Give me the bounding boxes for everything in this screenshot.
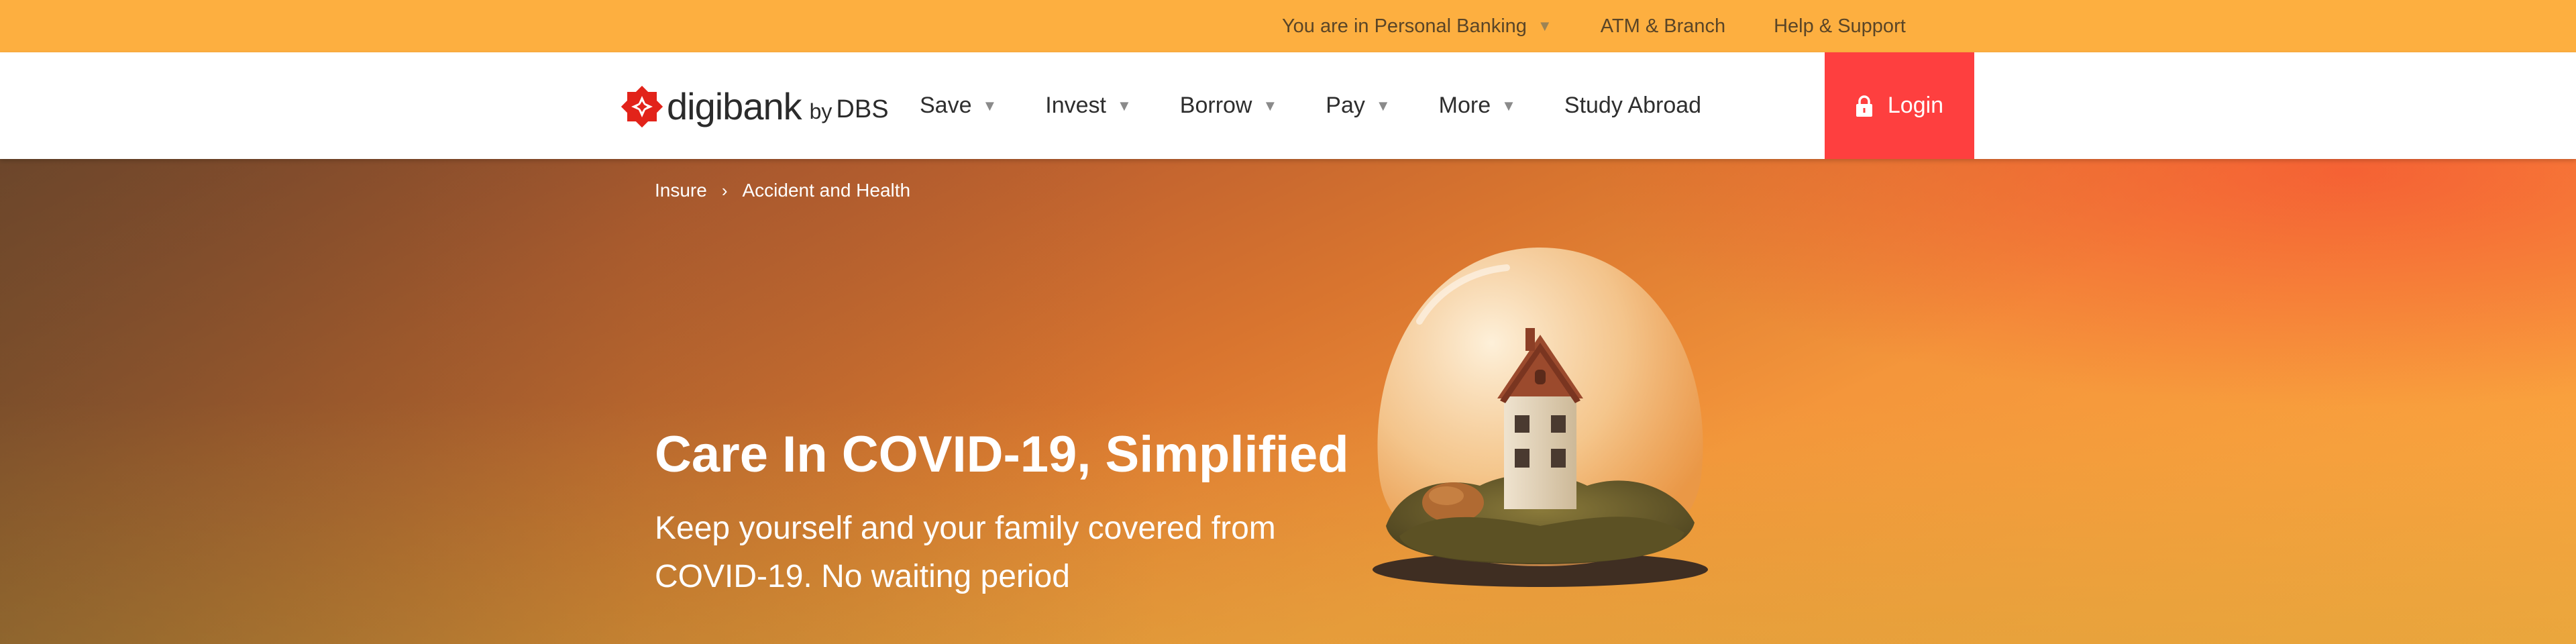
- chevron-right-icon: ›: [721, 180, 728, 201]
- login-label: Login: [1887, 93, 1944, 118]
- utility-links: You are in Personal Banking ▼ ATM & Bran…: [1282, 0, 1906, 52]
- breadcrumb-item-accident-health[interactable]: Accident and Health: [743, 180, 911, 201]
- nav-item-label: Borrow: [1179, 93, 1252, 118]
- house-in-glass-dome-image: [1373, 248, 1708, 587]
- caret-down-icon: ▼: [1117, 97, 1132, 114]
- digibank-logo[interactable]: digibank by DBS: [621, 83, 889, 130]
- breadcrumb: Insure › Accident and Health: [655, 180, 910, 201]
- hero-subtitle: Keep yourself and your family covered fr…: [655, 511, 1276, 594]
- hero-title: Care In COVID-19, Simplified: [655, 426, 1349, 483]
- lock-icon: [1856, 95, 1872, 117]
- caret-down-icon: ▼: [1537, 17, 1552, 34]
- logo-wordmark: digibank: [667, 85, 802, 127]
- nav-item-label: Study Abroad: [1564, 93, 1702, 118]
- caret-down-icon: ▼: [982, 97, 998, 114]
- nav-item-save[interactable]: Save ▼: [920, 93, 997, 119]
- nav-item-label: Save: [920, 93, 972, 118]
- main-navbar: digibank by DBS Save ▼ Invest ▼ Borrow ▼…: [0, 52, 2576, 159]
- segment-label: You are in Personal Banking: [1282, 15, 1527, 37]
- help-support-label: Help & Support: [1774, 15, 1906, 37]
- login-button[interactable]: Login: [1825, 52, 1974, 159]
- nav-item-study-abroad[interactable]: Study Abroad: [1564, 93, 1701, 119]
- nav-item-label: More: [1438, 93, 1491, 118]
- nav-item-pay[interactable]: Pay ▼: [1326, 93, 1390, 119]
- atm-branch-link[interactable]: ATM & Branch: [1601, 15, 1725, 38]
- caret-down-icon: ▼: [1375, 97, 1391, 114]
- segment-selector[interactable]: You are in Personal Banking ▼: [1282, 15, 1552, 38]
- nav-item-more[interactable]: More ▼: [1439, 93, 1516, 119]
- logo-dbs: DBS: [836, 95, 889, 123]
- breadcrumb-item-insure[interactable]: Insure: [655, 180, 707, 201]
- nav-item-label: Pay: [1326, 93, 1365, 118]
- caret-down-icon: ▼: [1501, 97, 1516, 114]
- help-support-link[interactable]: Help & Support: [1774, 15, 1906, 38]
- utility-bar: You are in Personal Banking ▼ ATM & Bran…: [0, 0, 2576, 52]
- nav-item-invest[interactable]: Invest ▼: [1045, 93, 1132, 119]
- nav-item-label: Invest: [1045, 93, 1106, 118]
- logo-by: by: [809, 99, 833, 123]
- primary-nav: Save ▼ Invest ▼ Borrow ▼ Pay ▼ More ▼ St…: [920, 52, 1701, 159]
- atm-branch-label: ATM & Branch: [1600, 15, 1726, 37]
- dbs-star-logo-icon: [621, 86, 663, 127]
- hero-banner: Insure › Accident and Health Care In COV…: [0, 159, 2576, 644]
- caret-down-icon: ▼: [1263, 97, 1278, 114]
- nav-item-borrow[interactable]: Borrow ▼: [1180, 93, 1277, 119]
